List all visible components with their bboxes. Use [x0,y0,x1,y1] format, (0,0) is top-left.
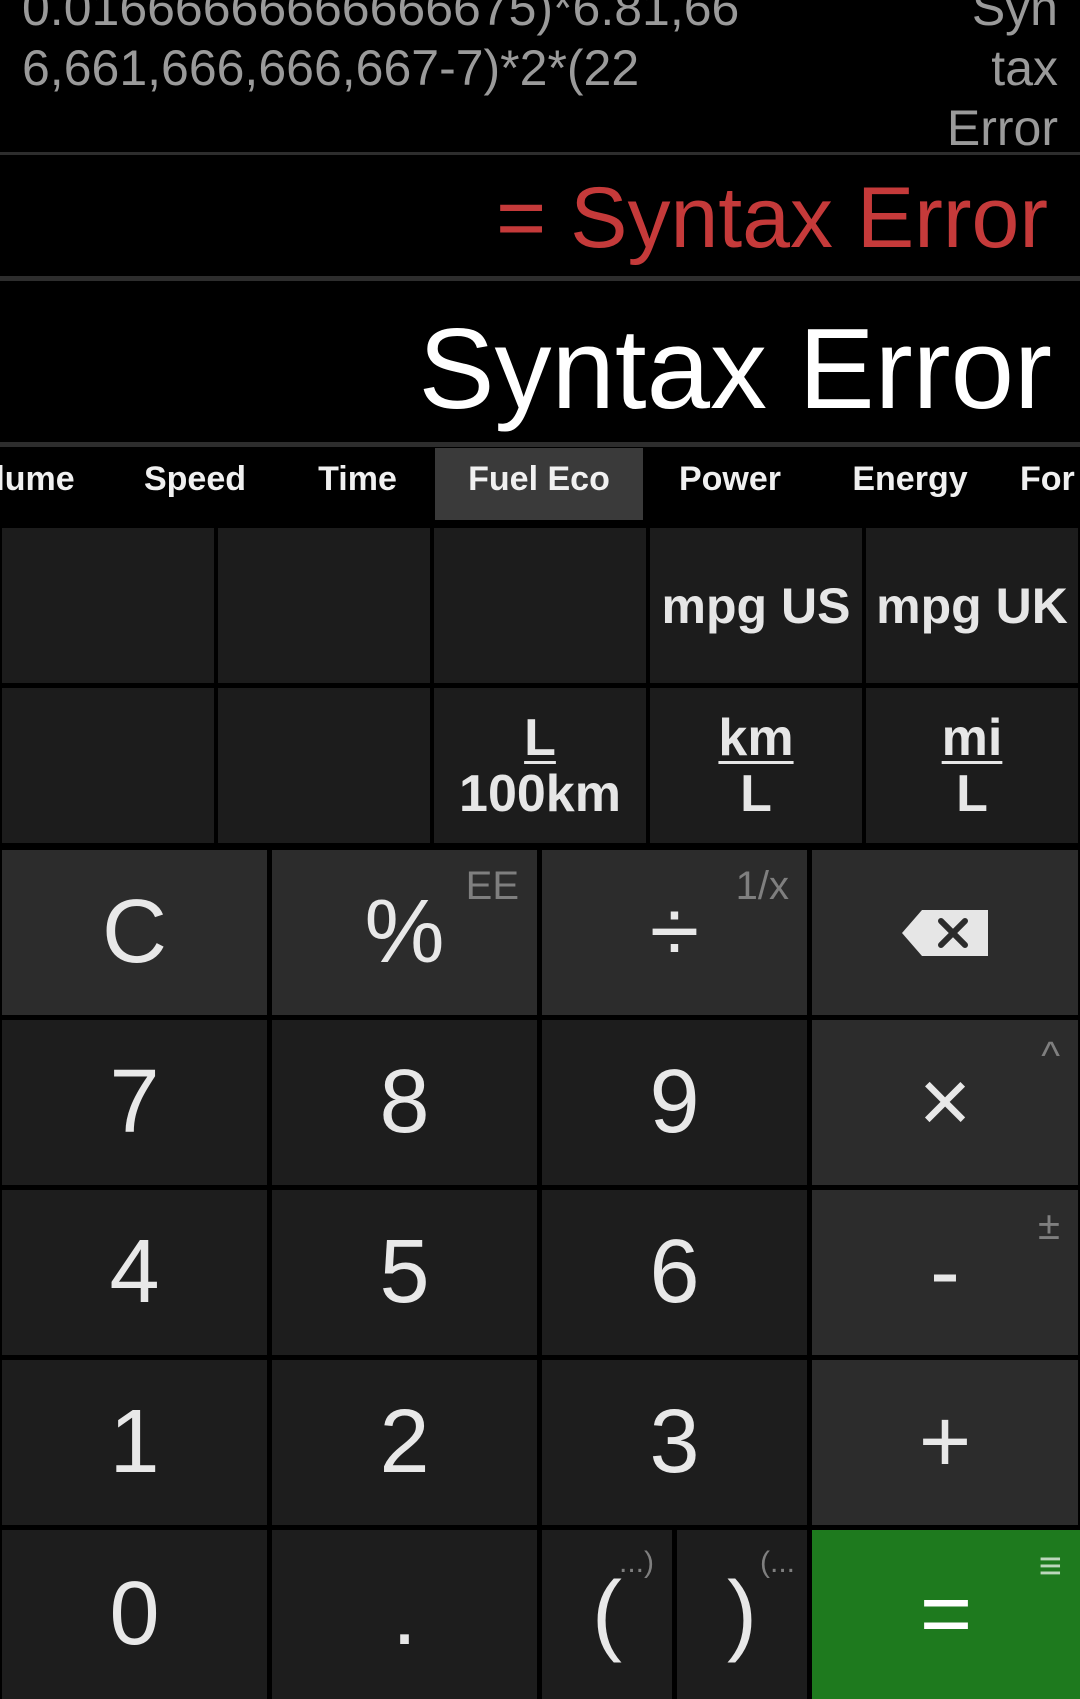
tab-volume[interactable]: lume [0,448,100,520]
unit-numerator: L [524,708,556,767]
live-result: = Syntax Error [495,170,1048,266]
tab-fuel-eco[interactable]: Fuel Eco [435,448,643,520]
unit-empty [434,528,646,683]
unit-empty [2,688,214,843]
digit-4-button[interactable]: 4 [2,1190,267,1355]
unit-empty [218,528,430,683]
digit-8-label: 8 [379,1052,430,1152]
open-paren-button[interactable]: ( ...) [542,1530,672,1699]
plus-label: + [918,1392,972,1492]
tab-speed[interactable]: Speed [120,448,270,520]
ee-secondary-label: EE [465,864,519,908]
multiply-button[interactable]: × ^ [812,1020,1078,1185]
digit-3-label: 3 [649,1392,700,1492]
history-result: Syn tax Error [918,0,1058,152]
divider [0,152,1080,155]
tab-time[interactable]: Time [290,448,425,520]
history-expression-line1: 0.01666666666666675)*6.81,66 [22,0,740,36]
open-paren-label: ( [592,1564,622,1664]
digit-9-label: 9 [649,1052,700,1152]
digit-3-button[interactable]: 3 [542,1360,807,1525]
backspace-icon [902,909,988,956]
close-paren-button[interactable]: ) (... [677,1530,807,1699]
unit-fraction: L 100km [459,710,621,822]
unit-fraction: km L [718,710,793,822]
history-result-line: Error [946,100,1058,152]
minus-button[interactable]: - ± [812,1190,1078,1355]
unit-km-per-l[interactable]: km L [650,688,862,843]
plus-button[interactable]: + [812,1360,1078,1525]
category-tabs: lume Speed Time Fuel Eco Power Energy Fo… [0,448,1080,520]
divider [0,276,1080,281]
multiply-label: × [918,1052,972,1152]
power-secondary-label: ^ [1041,1034,1060,1078]
digit-8-button[interactable]: 8 [272,1020,537,1185]
digit-0-button[interactable]: 0 [2,1530,267,1699]
decimal-label: . [391,1564,417,1664]
decimal-button[interactable]: . [272,1530,537,1699]
tab-energy[interactable]: Energy [830,448,990,520]
unit-empty [218,688,430,843]
unit-mpg-uk[interactable]: mpg UK [866,528,1078,683]
unit-numerator: mi [941,708,1003,767]
unit-mi-per-l[interactable]: mi L [866,688,1078,843]
main-display[interactable]: Syntax Error [418,305,1052,435]
digit-7-button[interactable]: 7 [2,1020,267,1185]
unit-empty [2,528,214,683]
divider [0,442,1080,447]
digit-6-button[interactable]: 6 [542,1190,807,1355]
unit-mpg-us[interactable]: mpg US [650,528,862,683]
digit-5-label: 5 [379,1222,430,1322]
divide-label: ÷ [649,882,700,982]
unit-l-per-100km[interactable]: L 100km [434,688,646,843]
unit-denominator: 100km [459,764,621,823]
plus-minus-secondary-label: ± [1038,1204,1060,1248]
history-panel[interactable]: 0.01666666666666675)*6.81,66 6,661,666,6… [0,0,1080,152]
percent-button[interactable]: % EE [272,850,537,1015]
open-paren-secondary-label: ...) [619,1546,654,1579]
equals-label: = [919,1564,973,1664]
percent-label: % [364,882,445,982]
digit-0-label: 0 [109,1564,160,1664]
history-expression: 0.01666666666666675)*6.81,66 6,661,666,6… [22,0,822,98]
divide-button[interactable]: ÷ 1/x [542,850,807,1015]
digit-9-button[interactable]: 9 [542,1020,807,1185]
close-paren-secondary-label: (... [760,1546,795,1579]
digit-1-label: 1 [109,1392,160,1492]
unit-denominator: L [956,764,988,823]
minus-label: - [930,1222,960,1322]
menu-icon: ≡ [1038,1544,1062,1588]
equals-button[interactable]: = ≡ [812,1530,1080,1699]
backspace-button[interactable] [812,850,1078,1015]
tab-power[interactable]: Power [660,448,800,520]
clear-button[interactable]: C [2,850,267,1015]
reciprocal-secondary-label: 1/x [735,864,789,908]
unit-numerator: km [718,708,794,767]
clear-label: C [102,882,167,982]
digit-6-label: 6 [649,1222,700,1322]
digit-2-label: 2 [379,1392,430,1492]
close-paren-label: ) [727,1564,757,1664]
digit-5-button[interactable]: 5 [272,1190,537,1355]
digit-2-button[interactable]: 2 [272,1360,537,1525]
unit-fraction: mi L [942,710,1003,822]
unit-denominator: L [740,764,772,823]
tab-force[interactable]: For [1020,448,1080,520]
history-result-line: tax [991,40,1058,96]
history-result-line: Syn [971,0,1058,36]
history-expression-line2: 6,661,666,666,667-7)*2*(22 [22,40,640,96]
digit-7-label: 7 [109,1052,160,1152]
digit-1-button[interactable]: 1 [2,1360,267,1525]
digit-4-label: 4 [109,1222,160,1322]
